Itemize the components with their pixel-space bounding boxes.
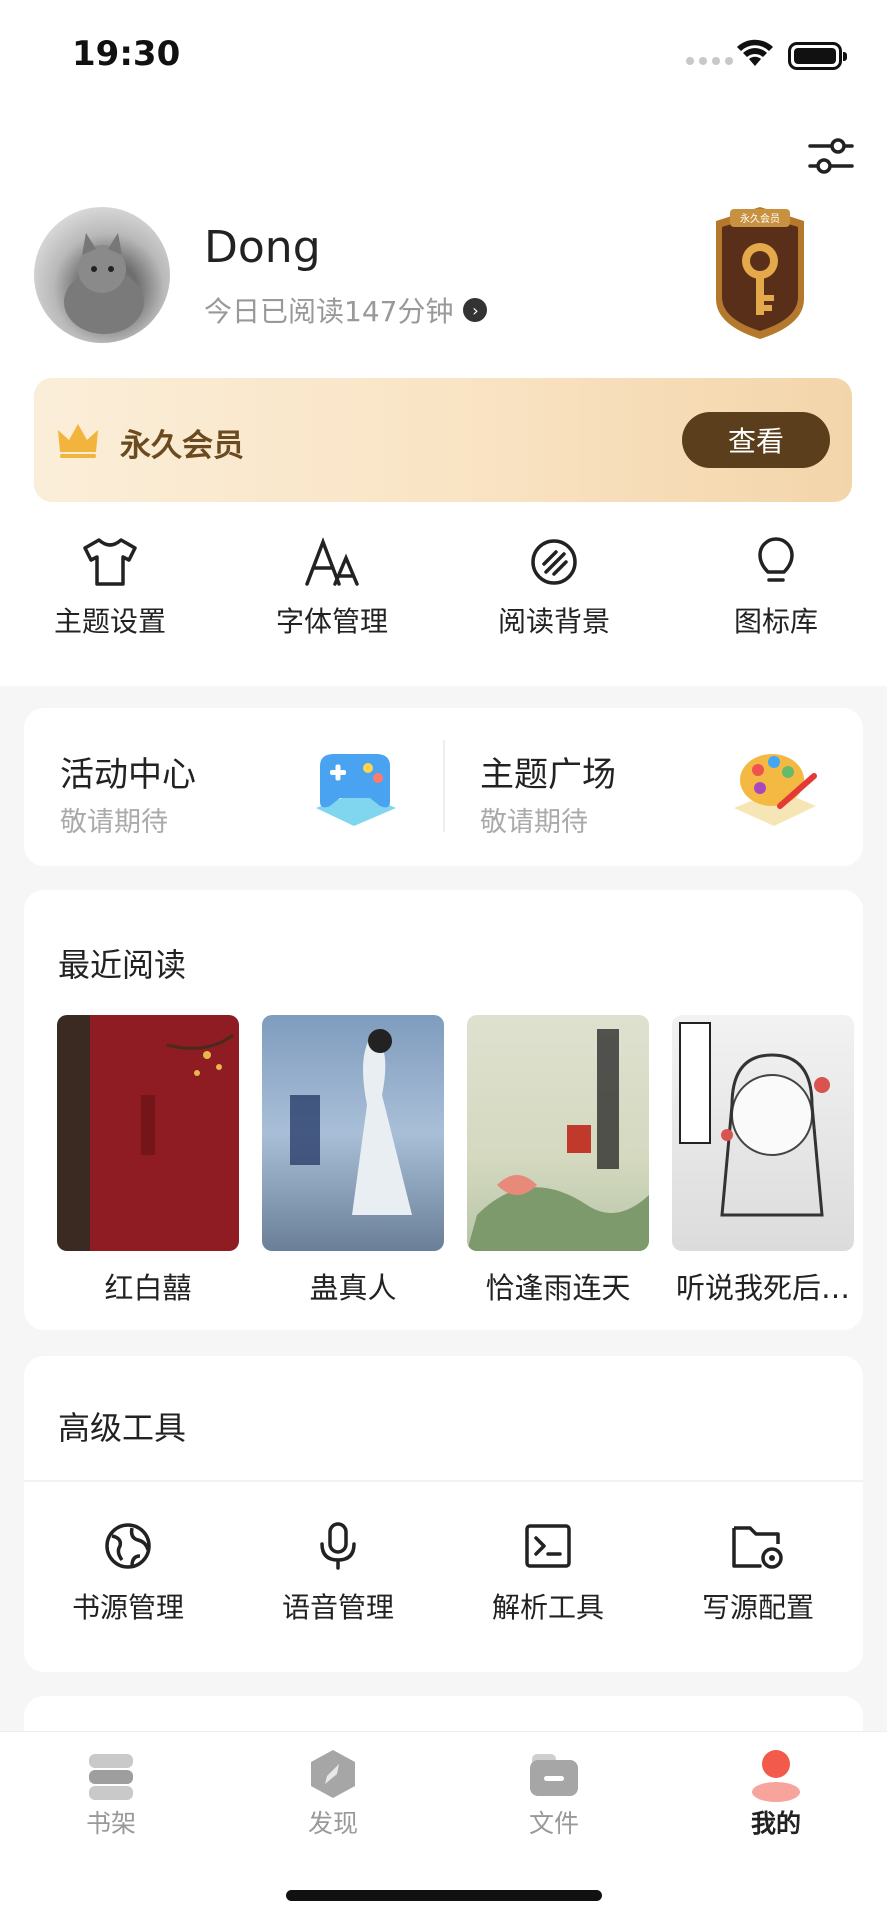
lightbulb-icon (758, 537, 794, 582)
background-icon (531, 539, 577, 585)
book-cover[interactable] (672, 1015, 854, 1251)
tab-label: 文件 (528, 1809, 579, 1838)
folder-icon (530, 1754, 578, 1796)
chevron-right-icon: › (463, 298, 488, 322)
theme-plaza-subtitle: 敬请期待 (480, 807, 588, 838)
quick-label: 图标库 (733, 605, 818, 638)
avatar[interactable] (34, 207, 170, 343)
tool-label: 写源配置 (701, 1591, 814, 1624)
status-bar: 19:30 (0, 0, 887, 110)
tool-parse[interactable]: 解析工具 (468, 1520, 628, 1626)
username: Dong (204, 222, 321, 273)
tool-book-source[interactable]: 书源管理 (48, 1520, 208, 1626)
vip-key-badge-icon[interactable]: 永久会员 (708, 203, 812, 343)
bookshelf-icon (89, 1754, 133, 1800)
tool-voice-management[interactable]: 语音管理 (258, 1520, 418, 1626)
book-cover-art (141, 1033, 234, 1155)
quick-label: 阅读背景 (497, 605, 610, 638)
reading-time-text: 今日已阅读147分钟 (204, 295, 454, 328)
quick-font-management[interactable]: 字体管理 (247, 536, 417, 640)
recent-reading-title: 最近阅读 (58, 946, 187, 984)
terminal-icon (525, 1524, 571, 1568)
reading-time[interactable]: 今日已阅读147分钟 › (204, 290, 488, 330)
tshirt-icon (83, 538, 137, 586)
book-title: 蛊真人 (309, 1271, 397, 1305)
vip-label: 永久会员 (120, 428, 244, 464)
book-cover-art (679, 1022, 830, 1217)
home-indicator (286, 1890, 602, 1901)
tool-label: 书源管理 (71, 1591, 184, 1624)
book-title: 恰逢雨连天 (485, 1271, 631, 1305)
font-icon (305, 537, 359, 586)
book-cover-art (467, 1029, 649, 1251)
gamepad-icon[interactable] (310, 746, 400, 830)
svg-text:永久会员: 永久会员 (740, 212, 780, 225)
quick-theme-settings[interactable]: 主题设置 (25, 536, 195, 640)
quick-label: 主题设置 (53, 605, 166, 638)
signal-icon (686, 57, 733, 65)
book-title: 红白囍 (104, 1271, 192, 1305)
divider (443, 740, 445, 832)
tab-bookshelf[interactable]: 书架 (51, 1746, 171, 1840)
palette-icon[interactable] (730, 746, 820, 830)
person-icon (752, 1750, 800, 1802)
divider (24, 1480, 863, 1482)
tab-label: 发现 (307, 1809, 358, 1838)
book-cover[interactable] (57, 1015, 239, 1251)
tab-discover[interactable]: 发现 (273, 1746, 393, 1840)
activity-center-title[interactable]: 活动中心 (60, 747, 196, 796)
battery-icon (788, 42, 847, 70)
folder-gear-icon (732, 1526, 783, 1569)
tool-label: 解析工具 (491, 1591, 604, 1624)
wifi-icon (737, 39, 773, 66)
microphone-icon (320, 1522, 356, 1570)
tab-label: 我的 (750, 1809, 801, 1838)
status-time: 19:30 (72, 34, 181, 74)
vip-view-button[interactable]: 查看 (682, 412, 830, 468)
advanced-tools-title: 高级工具 (58, 1409, 187, 1447)
book-cover-art (290, 1029, 412, 1215)
activity-center-subtitle: 敬请期待 (60, 807, 168, 838)
quick-reading-background[interactable]: 阅读背景 (469, 536, 639, 640)
filter-settings-icon[interactable] (806, 134, 856, 178)
tool-label: 语音管理 (281, 1591, 394, 1624)
tab-files[interactable]: 文件 (494, 1746, 614, 1840)
quick-icon-library[interactable]: 图标库 (691, 536, 861, 640)
quick-label: 字体管理 (275, 605, 388, 638)
compass-icon (311, 1750, 355, 1798)
crown-icon (58, 424, 98, 458)
tab-mine[interactable]: 我的 (716, 1746, 836, 1840)
theme-plaza-title[interactable]: 主题广场 (480, 747, 616, 796)
book-cover[interactable] (467, 1015, 649, 1251)
tool-source-config[interactable]: 写源配置 (678, 1520, 838, 1626)
book-cover[interactable] (262, 1015, 444, 1251)
tab-label: 书架 (85, 1809, 136, 1838)
book-title: 听说我死后… (675, 1271, 850, 1305)
cat-avatar-image (64, 233, 144, 334)
globe-icon (105, 1523, 151, 1569)
